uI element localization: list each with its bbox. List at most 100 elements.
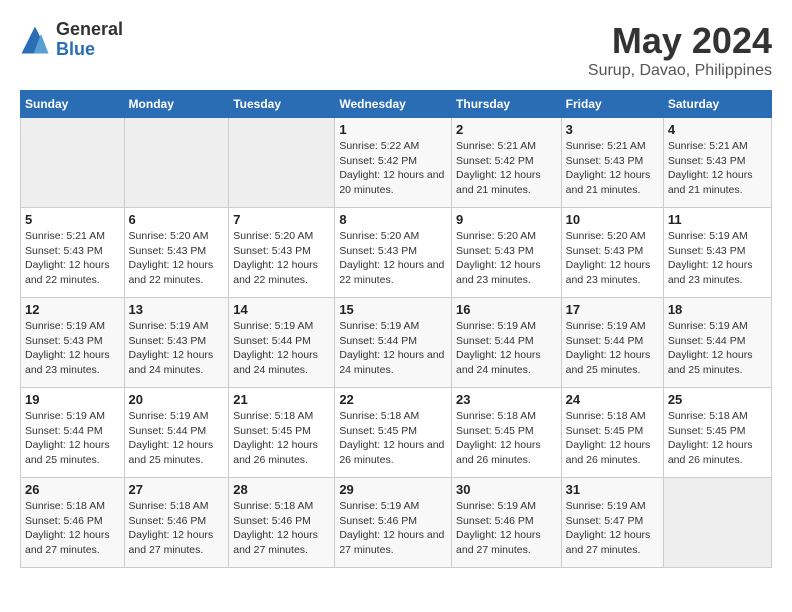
day-info: Sunrise: 5:19 AM Sunset: 5:44 PM Dayligh…: [233, 319, 330, 378]
day-info: Sunrise: 5:19 AM Sunset: 5:44 PM Dayligh…: [456, 319, 557, 378]
day-number: 20: [129, 392, 225, 407]
calendar-cell: 31 Sunrise: 5:19 AM Sunset: 5:47 PM Dayli…: [561, 478, 663, 568]
calendar-cell: 18 Sunrise: 5:19 AM Sunset: 5:44 PM Dayli…: [663, 298, 771, 388]
calendar-cell: 1 Sunrise: 5:22 AM Sunset: 5:42 PM Daylig…: [335, 118, 452, 208]
day-info: Sunrise: 5:19 AM Sunset: 5:47 PM Dayligh…: [566, 499, 659, 558]
calendar-cell: [663, 478, 771, 568]
calendar-header-row: SundayMondayTuesdayWednesdayThursdayFrid…: [21, 91, 772, 118]
day-number: 17: [566, 302, 659, 317]
day-info: Sunrise: 5:19 AM Sunset: 5:44 PM Dayligh…: [668, 319, 767, 378]
logo-general: General: [56, 20, 123, 40]
calendar-cell: 17 Sunrise: 5:19 AM Sunset: 5:44 PM Dayli…: [561, 298, 663, 388]
calendar-week-row: 12 Sunrise: 5:19 AM Sunset: 5:43 PM Dayli…: [21, 298, 772, 388]
day-info: Sunrise: 5:19 AM Sunset: 5:43 PM Dayligh…: [668, 229, 767, 288]
day-number: 5: [25, 212, 120, 227]
day-info: Sunrise: 5:21 AM Sunset: 5:43 PM Dayligh…: [566, 139, 659, 198]
logo: General Blue: [20, 20, 123, 60]
logo-icon: [20, 25, 50, 55]
calendar-cell: 2Sunrise: 5:21 AM Sunset: 5:42 PM Daylig…: [452, 118, 562, 208]
day-info: Sunrise: 5:18 AM Sunset: 5:45 PM Dayligh…: [566, 409, 659, 468]
day-number: 3: [566, 122, 659, 137]
calendar-cell: 26Sunrise: 5:18 AM Sunset: 5:46 PM Dayli…: [21, 478, 125, 568]
month-title: May 2024: [588, 20, 772, 62]
calendar-cell: 19Sunrise: 5:19 AM Sunset: 5:44 PM Dayli…: [21, 388, 125, 478]
calendar-cell: [124, 118, 229, 208]
day-info: Sunrise: 5:22 AM Sunset: 5:42 PM Dayligh…: [339, 139, 447, 198]
calendar-cell: 14 Sunrise: 5:19 AM Sunset: 5:44 PM Dayli…: [229, 298, 335, 388]
calendar-cell: 11 Sunrise: 5:19 AM Sunset: 5:43 PM Dayli…: [663, 208, 771, 298]
calendar-week-row: 5 Sunrise: 5:21 AM Sunset: 5:43 PM Daylig…: [21, 208, 772, 298]
day-header-wednesday: Wednesday: [335, 91, 452, 118]
day-number: 4: [668, 122, 767, 137]
day-header-monday: Monday: [124, 91, 229, 118]
calendar-cell: 8Sunrise: 5:20 AM Sunset: 5:43 PM Daylig…: [335, 208, 452, 298]
day-number: 27: [129, 482, 225, 497]
day-header-sunday: Sunday: [21, 91, 125, 118]
day-info: Sunrise: 5:21 AM Sunset: 5:43 PM Dayligh…: [25, 229, 120, 288]
day-number: 13: [129, 302, 225, 317]
calendar-cell: 13 Sunrise: 5:19 AM Sunset: 5:43 PM Dayli…: [124, 298, 229, 388]
day-number: 31: [566, 482, 659, 497]
day-header-friday: Friday: [561, 91, 663, 118]
day-info: Sunrise: 5:19 AM Sunset: 5:43 PM Dayligh…: [25, 319, 120, 378]
day-number: 15: [339, 302, 447, 317]
calendar-cell: 7 Sunrise: 5:20 AM Sunset: 5:43 PM Daylig…: [229, 208, 335, 298]
day-number: 11: [668, 212, 767, 227]
day-number: 22: [339, 392, 447, 407]
day-info: Sunrise: 5:19 AM Sunset: 5:44 PM Dayligh…: [566, 319, 659, 378]
calendar-cell: 25 Sunrise: 5:18 AM Sunset: 5:45 PM Dayli…: [663, 388, 771, 478]
day-info: Sunrise: 5:21 AM Sunset: 5:43 PM Dayligh…: [668, 139, 767, 198]
day-info: Sunrise: 5:20 AM Sunset: 5:43 PM Dayligh…: [566, 229, 659, 288]
day-number: 14: [233, 302, 330, 317]
calendar-cell: 9Sunrise: 5:20 AM Sunset: 5:43 PM Daylig…: [452, 208, 562, 298]
day-number: 19: [25, 392, 120, 407]
calendar-cell: 16 Sunrise: 5:19 AM Sunset: 5:44 PM Dayli…: [452, 298, 562, 388]
calendar-cell: 10 Sunrise: 5:20 AM Sunset: 5:43 PM Dayli…: [561, 208, 663, 298]
day-info: Sunrise: 5:18 AM Sunset: 5:45 PM Dayligh…: [668, 409, 767, 468]
calendar-cell: 24Sunrise: 5:18 AM Sunset: 5:45 PM Dayli…: [561, 388, 663, 478]
day-number: 10: [566, 212, 659, 227]
day-number: 16: [456, 302, 557, 317]
calendar-cell: 27 Sunrise: 5:18 AM Sunset: 5:46 PM Dayli…: [124, 478, 229, 568]
calendar-cell: 4 Sunrise: 5:21 AM Sunset: 5:43 PM Daylig…: [663, 118, 771, 208]
logo-text: General Blue: [56, 20, 123, 60]
day-number: 12: [25, 302, 120, 317]
day-number: 23: [456, 392, 557, 407]
calendar-cell: 30 Sunrise: 5:19 AM Sunset: 5:46 PM Dayli…: [452, 478, 562, 568]
day-info: Sunrise: 5:18 AM Sunset: 5:45 PM Dayligh…: [233, 409, 330, 468]
calendar-cell: 12 Sunrise: 5:19 AM Sunset: 5:43 PM Dayli…: [21, 298, 125, 388]
day-number: 28: [233, 482, 330, 497]
day-info: Sunrise: 5:19 AM Sunset: 5:46 PM Dayligh…: [339, 499, 447, 558]
day-number: 9: [456, 212, 557, 227]
calendar-week-row: 26 Sunrise: 5:18 AM Sunset: 5:46 PM Dayli…: [21, 478, 772, 568]
day-info: Sunrise: 5:19 AM Sunset: 5:46 PM Dayligh…: [456, 499, 557, 558]
day-info: Sunrise: 5:19 AM Sunset: 5:43 PM Dayligh…: [129, 319, 225, 378]
calendar-cell: 5 Sunrise: 5:21 AM Sunset: 5:43 PM Daylig…: [21, 208, 125, 298]
day-number: 1: [339, 122, 447, 137]
calendar-cell: 3 Sunrise: 5:21 AM Sunset: 5:43 PM Daylig…: [561, 118, 663, 208]
day-number: 26: [25, 482, 120, 497]
day-header-thursday: Thursday: [452, 91, 562, 118]
day-info: Sunrise: 5:20 AM Sunset: 5:43 PM Dayligh…: [233, 229, 330, 288]
day-info: Sunrise: 5:21 AM Sunset: 5:42 PM Dayligh…: [456, 139, 557, 198]
calendar-cell: 21 Sunrise: 5:18 AM Sunset: 5:45 PM Dayli…: [229, 388, 335, 478]
logo-blue: Blue: [56, 40, 123, 60]
day-info: Sunrise: 5:18 AM Sunset: 5:45 PM Dayligh…: [456, 409, 557, 468]
day-info: Sunrise: 5:20 AM Sunset: 5:43 PM Dayligh…: [339, 229, 447, 288]
day-number: 7: [233, 212, 330, 227]
day-info: Sunrise: 5:20 AM Sunset: 5:43 PM Dayligh…: [129, 229, 225, 288]
day-info: Sunrise: 5:18 AM Sunset: 5:45 PM Dayligh…: [339, 409, 447, 468]
day-number: 30: [456, 482, 557, 497]
day-number: 18: [668, 302, 767, 317]
calendar-cell: [21, 118, 125, 208]
day-info: Sunrise: 5:19 AM Sunset: 5:44 PM Dayligh…: [339, 319, 447, 378]
calendar-cell: 15 Sunrise: 5:19 AM Sunset: 5:44 PM Dayli…: [335, 298, 452, 388]
day-number: 21: [233, 392, 330, 407]
day-header-saturday: Saturday: [663, 91, 771, 118]
day-number: 25: [668, 392, 767, 407]
day-number: 29: [339, 482, 447, 497]
day-info: Sunrise: 5:18 AM Sunset: 5:46 PM Dayligh…: [129, 499, 225, 558]
calendar-table: SundayMondayTuesdayWednesdayThursdayFrid…: [20, 90, 772, 568]
calendar-week-row: 1 Sunrise: 5:22 AM Sunset: 5:42 PM Daylig…: [21, 118, 772, 208]
location: Surup, Davao, Philippines: [588, 62, 772, 80]
